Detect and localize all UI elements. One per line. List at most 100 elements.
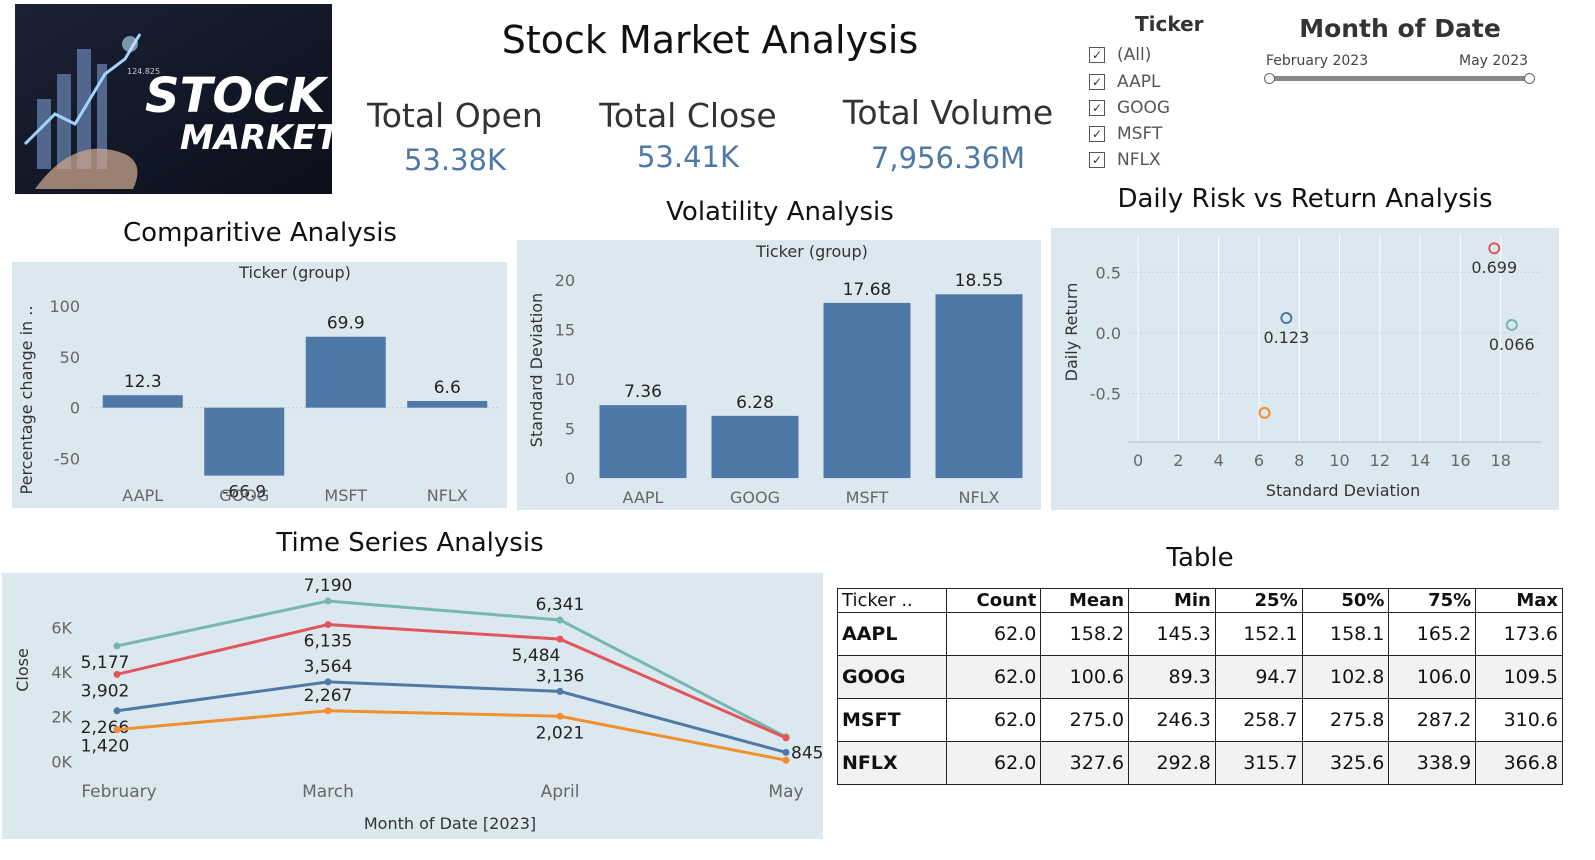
table-cell: 258.7 xyxy=(1214,698,1303,742)
column-header: Max xyxy=(1475,588,1563,613)
kpi-total-open-label: Total Open xyxy=(367,96,543,135)
checkbox-checked-icon[interactable]: ✓ xyxy=(1089,126,1105,142)
line-point xyxy=(782,748,790,756)
line-point xyxy=(324,621,332,629)
svg-text:STOCK: STOCK xyxy=(145,68,329,124)
column-header: Count xyxy=(946,588,1042,613)
data-label: 2,021 xyxy=(536,723,585,743)
kpi-total-volume-value: 7,956.36M xyxy=(870,141,1026,175)
line-series-nflx xyxy=(116,599,787,739)
x-tick-label: 6 xyxy=(1254,451,1264,470)
column-header: Mean xyxy=(1040,588,1130,613)
x-tick-label: GOOG xyxy=(219,486,269,505)
legend-title: Ticker (group) xyxy=(755,242,868,261)
data-label: 69.9 xyxy=(327,314,365,334)
y-axis-label: Close xyxy=(13,648,32,692)
table-cell: 315.7 xyxy=(1214,741,1303,785)
point-label: 0.699 xyxy=(1471,258,1517,277)
table-cell: NFLX xyxy=(836,741,948,785)
table-cell: 275.0 xyxy=(1040,698,1130,742)
kpi-total-volume-label: Total Volume xyxy=(842,93,1054,132)
point-label: 0.123 xyxy=(1263,328,1309,347)
line-series-goog xyxy=(116,709,787,762)
svg-text:MARKET: MARKET xyxy=(180,118,332,158)
x-tick-label: February xyxy=(81,782,156,802)
table-cell: MSFT xyxy=(836,698,948,742)
ticker-filter-option-aapl[interactable]: ✓ AAPL xyxy=(1089,70,1160,94)
comparative-analysis-title: Comparitive Analysis xyxy=(123,218,397,248)
checkbox-checked-icon[interactable]: ✓ xyxy=(1089,74,1105,90)
y-tick-label: -0.5 xyxy=(1090,385,1121,404)
bar-msft xyxy=(823,302,911,479)
checkbox-checked-icon[interactable]: ✓ xyxy=(1089,152,1105,168)
data-label: 12.3 xyxy=(124,372,162,392)
month-range-start-handle[interactable] xyxy=(1264,73,1275,84)
y-tick-label: 4K xyxy=(51,663,72,682)
table-cell: 325.6 xyxy=(1301,741,1390,785)
x-tick-label: AAPL xyxy=(122,486,163,505)
line-point xyxy=(556,616,564,624)
line-point xyxy=(324,707,332,715)
table-row: GOOG 62.0 100.6 89.3 94.7 102.8 106.0 109.5 xyxy=(836,655,1563,699)
line-point xyxy=(556,687,564,695)
x-tick-label: 4 xyxy=(1214,451,1224,470)
line-point xyxy=(782,734,790,742)
table-cell: 287.2 xyxy=(1388,698,1477,742)
y-axis-label: Percentage change in .. xyxy=(17,306,36,495)
table-cell: 62.0 xyxy=(946,655,1042,699)
data-label: 3,902 xyxy=(81,681,130,701)
summary-stats-table: Ticker .. Count Mean Min 25% 50% 75% Max… xyxy=(836,588,1563,785)
x-tick-label: 0 xyxy=(1133,451,1143,470)
column-header: 25% xyxy=(1214,588,1303,613)
table-cell: 62.0 xyxy=(946,698,1042,742)
y-tick-label: 100 xyxy=(49,297,80,316)
bar-goog xyxy=(204,407,285,476)
ticker-filter-option-msft[interactable]: ✓ MSFT xyxy=(1089,122,1162,146)
month-range-start: February 2023 xyxy=(1266,53,1369,69)
x-tick-label: 8 xyxy=(1294,451,1304,470)
line-point xyxy=(113,726,121,734)
x-tick-label: 16 xyxy=(1450,451,1470,470)
y-tick-label: 20 xyxy=(555,271,575,290)
table-cell: GOOG xyxy=(836,655,948,699)
y-axis-label: Daily Return xyxy=(1062,283,1081,382)
table-cell: 292.8 xyxy=(1128,741,1216,785)
ticker-filter-option-nflx[interactable]: ✓ NFLX xyxy=(1089,148,1161,172)
y-tick-label: 50 xyxy=(60,348,80,367)
data-label: 2,267 xyxy=(304,686,353,706)
table-title: Table xyxy=(1166,543,1234,573)
y-tick-label: 0.5 xyxy=(1096,263,1121,282)
point-nflx xyxy=(1505,318,1518,331)
table-cell: 158.1 xyxy=(1301,612,1390,656)
table-cell: 338.9 xyxy=(1388,741,1477,785)
checkbox-checked-icon[interactable]: ✓ xyxy=(1089,47,1105,63)
ticker-filter-option-all[interactable]: ✓ (All) xyxy=(1089,43,1151,67)
table-cell: 106.0 xyxy=(1388,655,1477,699)
volatility-analysis-title: Volatility Analysis xyxy=(666,197,894,227)
data-label: 7,190 xyxy=(304,576,353,596)
risk-return-chart: 0 2 4 6 8 10 12 14 16 18 0.5 0.0 -0.5 Standard Deviat… xyxy=(1051,228,1559,510)
bar-nflx xyxy=(935,294,1023,479)
table-cell: 62.0 xyxy=(946,741,1042,785)
y-tick-label: 10 xyxy=(555,370,575,389)
x-tick-label: 2 xyxy=(1173,451,1183,470)
x-tick-label: May xyxy=(768,782,803,802)
table-cell: 366.8 xyxy=(1475,741,1563,785)
ticker-filter-option-goog[interactable]: ✓ GOOG xyxy=(1089,96,1170,120)
table-cell: 246.3 xyxy=(1128,698,1216,742)
y-tick-label: -50 xyxy=(54,449,80,468)
data-label: 845 xyxy=(791,743,823,763)
line-point xyxy=(113,670,121,678)
table-cell: 152.1 xyxy=(1214,612,1303,656)
month-range-slider-track[interactable] xyxy=(1270,76,1530,81)
table-cell: 89.3 xyxy=(1128,655,1216,699)
month-range-end-handle[interactable] xyxy=(1524,73,1535,84)
y-tick-label: 15 xyxy=(555,320,575,339)
data-label: 3,564 xyxy=(304,657,353,677)
bar-goog xyxy=(711,415,799,479)
checkbox-checked-icon[interactable]: ✓ xyxy=(1089,100,1105,116)
line-point xyxy=(113,707,121,715)
ticker-option-label: AAPL xyxy=(1117,72,1161,92)
comparative-analysis-chart: Ticker (group) Percentage change in .. 100… xyxy=(12,262,507,508)
table-cell: 165.2 xyxy=(1388,612,1477,656)
